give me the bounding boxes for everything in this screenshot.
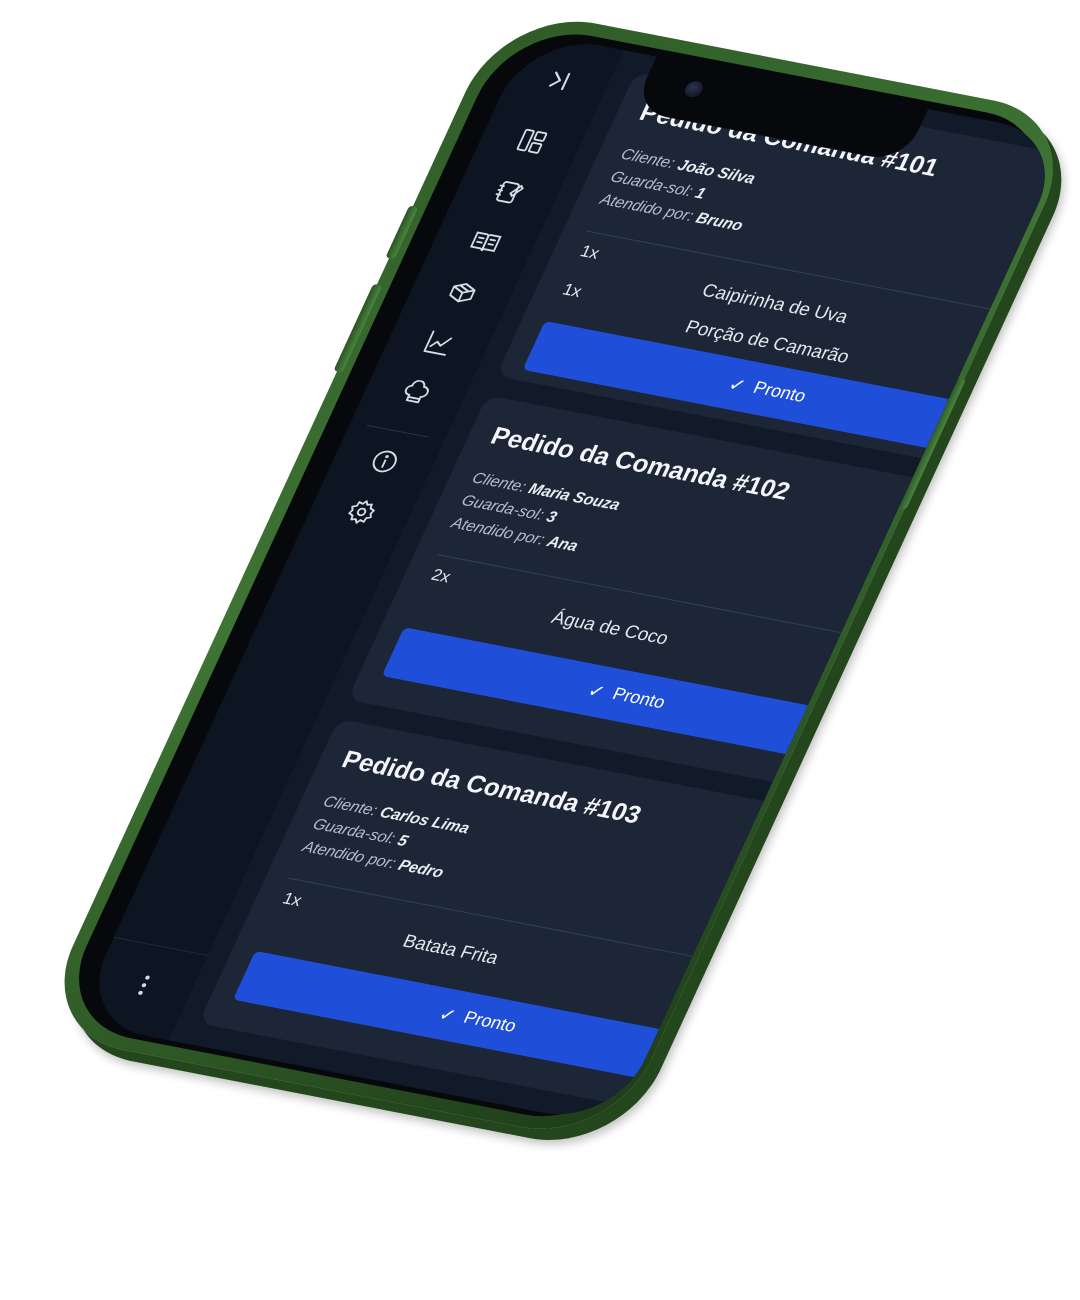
item-quantity: 1x [279, 888, 305, 910]
order-card: Pedido da Comanda #102 Cliente: Maria So… [347, 395, 958, 791]
dashboard-icon[interactable] [512, 126, 551, 157]
served-value: Bruno [693, 209, 747, 235]
item-quantity: 1x [559, 279, 585, 301]
chef-hat-icon[interactable] [396, 378, 435, 409]
chart-icon[interactable] [420, 327, 459, 358]
client-label: Cliente: [469, 468, 530, 496]
item-name: Caipirinha de Uva [698, 280, 852, 328]
gear-icon[interactable] [342, 496, 381, 527]
sidebar-divider [366, 424, 429, 438]
ready-button-label: Pronto [750, 378, 810, 407]
item-price: R$ [831, 662, 863, 686]
served-value: Ana [544, 532, 582, 555]
more-vertical-icon[interactable] [124, 970, 163, 1001]
ready-button-label: Pronto [460, 1008, 520, 1037]
check-icon: ✓ [725, 374, 750, 397]
umbrella-value: 3 [543, 507, 560, 527]
served-line: Atendido por: Ana [448, 514, 581, 556]
camera-icon [682, 79, 706, 99]
check-icon: ✓ [584, 680, 609, 703]
phone-screen: Pedido da Comanda #101 Cliente: João Sil… [74, 32, 1070, 1127]
sidebar-bottom-divider [113, 936, 209, 956]
item-name: Batata Frita [399, 931, 502, 969]
item-price: R$ [682, 985, 715, 1010]
umbrella-value: 1 [692, 184, 709, 203]
item-name: Água de Coco [548, 607, 672, 649]
mockup-stage: Pedido da Comanda #101 Cliente: João Sil… [0, 0, 1080, 1300]
item-price: R$ [981, 335, 1014, 359]
order-card: Pedido da Comanda #103 Cliente: Carlos L… [198, 718, 810, 1115]
ready-button-label: Pronto [609, 684, 669, 713]
item-quantity: 1x [577, 241, 603, 263]
card-divider [288, 877, 738, 966]
menu-book-icon[interactable] [466, 227, 505, 258]
check-icon: ✓ [435, 1004, 460, 1027]
client-label: Cliente: [320, 792, 381, 820]
package-icon[interactable] [443, 277, 482, 308]
notepad-icon[interactable] [489, 176, 528, 207]
served-value: Pedro [395, 856, 447, 882]
item-price: R$ [964, 371, 997, 396]
collapse-sidebar-icon[interactable] [540, 65, 579, 96]
client-label: Cliente: [618, 145, 678, 172]
item-quantity: 2x [428, 565, 454, 587]
info-icon[interactable] [365, 446, 404, 477]
umbrella-value: 5 [394, 831, 411, 850]
